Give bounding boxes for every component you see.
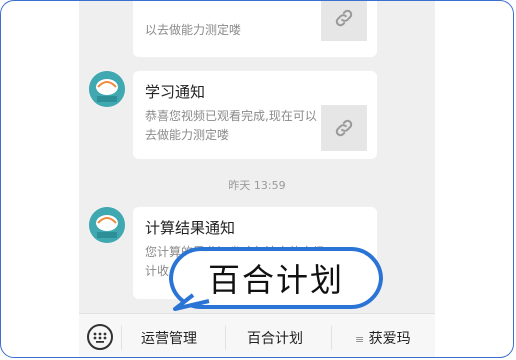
menu-item-label: 获爱玛 <box>368 331 411 347</box>
message-title: 计算结果通知 <box>145 219 236 237</box>
timestamp: 昨天 13:59 <box>228 179 286 192</box>
divider <box>225 326 226 350</box>
message-body: 以去做能力测定喽 <box>145 23 242 37</box>
menu-item-baihe-plan[interactable]: 百合计划 <box>247 328 303 348</box>
menu-item-operations[interactable]: 运营管理 <box>141 328 197 348</box>
divider <box>121 326 122 350</box>
link-icon[interactable] <box>321 1 367 41</box>
message-card-partial[interactable]: 以去做能力测定喽 <box>133 1 377 57</box>
message-body: 恭喜您视频已观看完成,现在可以去做能力测定喽 <box>145 109 317 142</box>
divider <box>331 326 332 350</box>
bottom-menu-bar: 运营管理 百合计划 ≡ 获爱玛 <box>79 313 435 357</box>
menu-list-icon: ≡ <box>355 333 365 346</box>
message-card[interactable]: 学习通知 恭喜您视频已观看完成,现在可以去做能力测定喽 <box>133 71 377 159</box>
keyboard-icon[interactable] <box>87 324 113 350</box>
avatar[interactable] <box>89 207 125 243</box>
app-frame: 以去做能力测定喽 学习通知 恭喜您视频已观看完成,现在可以去做能力测定喽 昨天 … <box>0 0 514 358</box>
callout-label: 百合计划 <box>207 261 344 299</box>
avatar[interactable] <box>89 71 125 107</box>
menu-item-third[interactable]: ≡ 获爱玛 <box>355 328 411 348</box>
message-title: 学习通知 <box>145 83 206 101</box>
link-icon[interactable] <box>321 105 367 151</box>
